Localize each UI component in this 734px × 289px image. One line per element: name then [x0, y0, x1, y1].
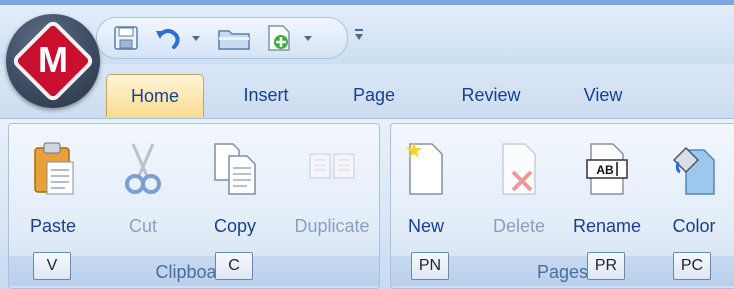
title-bar	[0, 0, 734, 64]
new-document-dropdown-icon[interactable]	[301, 24, 315, 52]
save-icon[interactable]	[111, 24, 141, 52]
new-document-icon[interactable]	[263, 24, 297, 52]
color-label: Color	[672, 216, 716, 236]
paste-label: Paste	[29, 216, 77, 236]
keytip-rename: PR	[587, 252, 625, 280]
cut-button[interactable]: Cut	[105, 136, 181, 246]
open-folder-icon[interactable]	[215, 24, 253, 52]
copy-button[interactable]: Copy	[197, 136, 273, 246]
tab-view[interactable]: View	[566, 74, 640, 116]
svg-text:AB: AB	[596, 163, 614, 177]
logo-letter: M	[38, 39, 68, 80]
keytip-paste: V	[33, 252, 71, 280]
quick-access-toolbar	[96, 17, 348, 59]
tab-insert[interactable]: Insert	[226, 74, 306, 116]
new-page-button[interactable]: New	[395, 136, 457, 246]
ribbon-tabs: Home Insert Page Review View	[0, 64, 734, 120]
rename-label: Rename	[572, 216, 642, 236]
ribbon-panel: Paste Cut Copy Duplicate Clipboard V C N…	[0, 118, 734, 289]
rename-button[interactable]: AB Rename	[567, 136, 647, 246]
copy-icon	[211, 140, 259, 196]
clipboard-group: Paste Cut Copy Duplicate Clipboard V C	[8, 123, 380, 289]
cut-label: Cut	[128, 216, 157, 236]
clipboard-icon	[29, 140, 77, 196]
keytip-new: PN	[411, 252, 449, 280]
tab-review[interactable]: Review	[446, 74, 536, 116]
app-logo-button[interactable]: M	[6, 14, 100, 108]
duplicate-label: Duplicate	[294, 216, 370, 236]
duplicate-button[interactable]: Duplicate	[287, 136, 377, 246]
customize-icon[interactable]	[352, 25, 366, 45]
duplicate-icon	[308, 140, 356, 196]
undo-icon[interactable]	[153, 24, 183, 52]
delete-page-icon	[495, 140, 543, 196]
tab-home[interactable]: Home	[106, 74, 204, 117]
scissors-icon	[119, 140, 167, 196]
color-button[interactable]: Color	[661, 136, 727, 246]
delete-page-button[interactable]: Delete	[487, 136, 551, 246]
pages-group: New Delete AB Rename Color Pages PN PR P…	[390, 123, 734, 289]
paint-bucket-icon	[670, 140, 718, 196]
tab-page[interactable]: Page	[338, 74, 410, 116]
undo-dropdown-icon[interactable]	[189, 24, 203, 52]
new-label: New	[407, 216, 444, 236]
delete-label: Delete	[492, 216, 546, 236]
copy-label: Copy	[213, 216, 257, 236]
paste-button[interactable]: Paste	[15, 136, 91, 246]
new-page-icon	[402, 140, 450, 196]
keytip-copy: C	[215, 252, 253, 280]
keytip-color: PC	[673, 252, 711, 280]
rename-icon: AB	[583, 140, 631, 196]
